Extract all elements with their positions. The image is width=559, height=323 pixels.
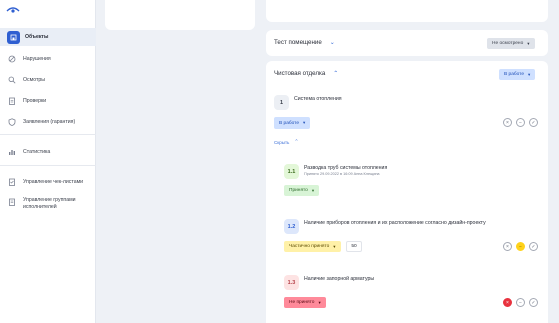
item-meta: Принято 29.09.2022 в 16:09 Анна Клещина — [304, 172, 380, 176]
section-title: Чистовая отделка ⌃ — [274, 70, 338, 77]
item-title: Наличие приборов отопления и их располож… — [304, 220, 486, 226]
item-title: Разводка труб системы отопления — [304, 165, 388, 171]
previous-section-card — [266, 0, 548, 22]
sidebar-item-checklists[interactable]: Управление чек-листами — [0, 173, 96, 191]
chevron-down-icon: ▾ — [333, 243, 336, 249]
item-title: Наличие запорной арматуры — [304, 276, 375, 282]
status-label: В работе — [504, 72, 524, 77]
accept-button[interactable]: ✓ — [529, 298, 538, 307]
sidebar-item-label: Статистика — [23, 149, 51, 155]
chevron-down-icon: ▾ — [528, 71, 531, 77]
chevron-up-icon[interactable]: ⌃ — [333, 70, 338, 77]
sidebar-item-label: Нарушения — [23, 56, 51, 62]
chevron-up-icon: ⌃ — [294, 139, 299, 145]
chevron-down-icon: ▾ — [527, 40, 530, 46]
search-icon — [7, 76, 16, 85]
partial-button[interactable]: − — [516, 242, 525, 251]
building-icon — [7, 30, 20, 44]
system-number-badge: 1 — [274, 95, 289, 110]
status-label: Не осмотрено — [492, 41, 524, 46]
eye-logo-icon[interactable] — [6, 6, 20, 14]
ban-icon — [7, 55, 16, 64]
chevron-down-icon: ▾ — [303, 120, 306, 125]
sidebar: Объекты Нарушения Осмотры Проверки Заявл… — [0, 0, 96, 323]
section-title-text: Чистовая отделка — [274, 70, 326, 77]
shield-icon — [7, 118, 16, 127]
checklist-icon — [7, 178, 16, 187]
item-status-dropdown[interactable]: Принято ▾ — [284, 185, 320, 196]
status-label: В работе — [279, 120, 299, 126]
chart-icon — [7, 148, 16, 157]
item-number-badge: 1.1 — [284, 164, 299, 179]
sidebar-item-statistics[interactable]: Статистика — [0, 143, 96, 161]
sidebar-item-objects[interactable]: Объекты — [0, 28, 96, 46]
percent-input[interactable]: 50 — [346, 241, 362, 252]
reject-button[interactable]: × — [503, 242, 512, 251]
sidebar-item-violations[interactable]: Нарушения — [0, 50, 96, 68]
item-status-dropdown[interactable]: Не принято ▾ — [284, 297, 326, 308]
status-label: Частично принято — [289, 244, 330, 249]
status-dropdown[interactable]: В работе ▾ — [499, 69, 536, 80]
item-number-badge: 1.3 — [284, 275, 299, 290]
partial-button[interactable]: − — [516, 118, 525, 127]
system-title: Система отопления — [294, 96, 342, 102]
section-finish: Чистовая отделка ⌃ В работе ▾ 1 Система … — [266, 61, 548, 323]
sidebar-item-claims[interactable]: Заявления (гарантия) — [0, 113, 96, 131]
chevron-down-icon: ▾ — [311, 187, 315, 193]
item-number-badge: 1.2 — [284, 219, 299, 234]
hide-link[interactable]: Скрыть ⌃ — [274, 139, 299, 145]
sidebar-item-executor-groups[interactable]: Управление группами исполнителей — [0, 194, 96, 218]
status-dropdown[interactable]: Не осмотрено ▾ — [487, 38, 535, 49]
reject-button[interactable]: × — [503, 298, 512, 307]
accept-button[interactable]: ✓ — [529, 242, 538, 251]
sidebar-item-inspections[interactable]: Осмотры — [0, 71, 96, 89]
partial-button[interactable]: − — [516, 298, 525, 307]
objects-list-card — [105, 0, 255, 30]
chevron-down-icon[interactable]: ⌄ — [330, 39, 335, 46]
status-label: Не принято — [289, 300, 315, 305]
accept-button[interactable]: ✓ — [529, 118, 538, 127]
section-title: Тест помещение ⌄ — [274, 39, 335, 46]
section-test-room[interactable]: Тест помещение ⌄ Не осмотрено ▾ — [266, 30, 548, 56]
sidebar-item-checks[interactable]: Проверки — [0, 92, 96, 110]
sidebar-item-label: Проверки — [23, 98, 47, 104]
reject-button[interactable]: × — [503, 118, 512, 127]
sidebar-item-label: Управление чек-листами — [23, 179, 84, 185]
sidebar-item-label: Заявления (гарантия) — [23, 119, 76, 125]
clipboard-icon — [7, 97, 16, 106]
status-label: Принято — [289, 188, 308, 193]
chevron-down-icon: ▾ — [318, 299, 321, 305]
hide-link-label: Скрыть — [274, 139, 290, 145]
scroll-gutter — [552, 0, 559, 323]
item-status-dropdown[interactable]: Частично принято ▾ — [284, 241, 341, 252]
system-status-dropdown[interactable]: В работе ▾ — [274, 117, 311, 129]
section-title-text: Тест помещение — [274, 39, 322, 46]
sidebar-divider — [0, 165, 96, 166]
sidebar-item-label: Осмотры — [23, 77, 45, 83]
sidebar-item-label: Управление группами исполнителей — [23, 197, 76, 210]
group-icon — [7, 197, 16, 206]
sidebar-item-label: Объекты — [25, 34, 49, 40]
sidebar-divider — [0, 134, 96, 135]
